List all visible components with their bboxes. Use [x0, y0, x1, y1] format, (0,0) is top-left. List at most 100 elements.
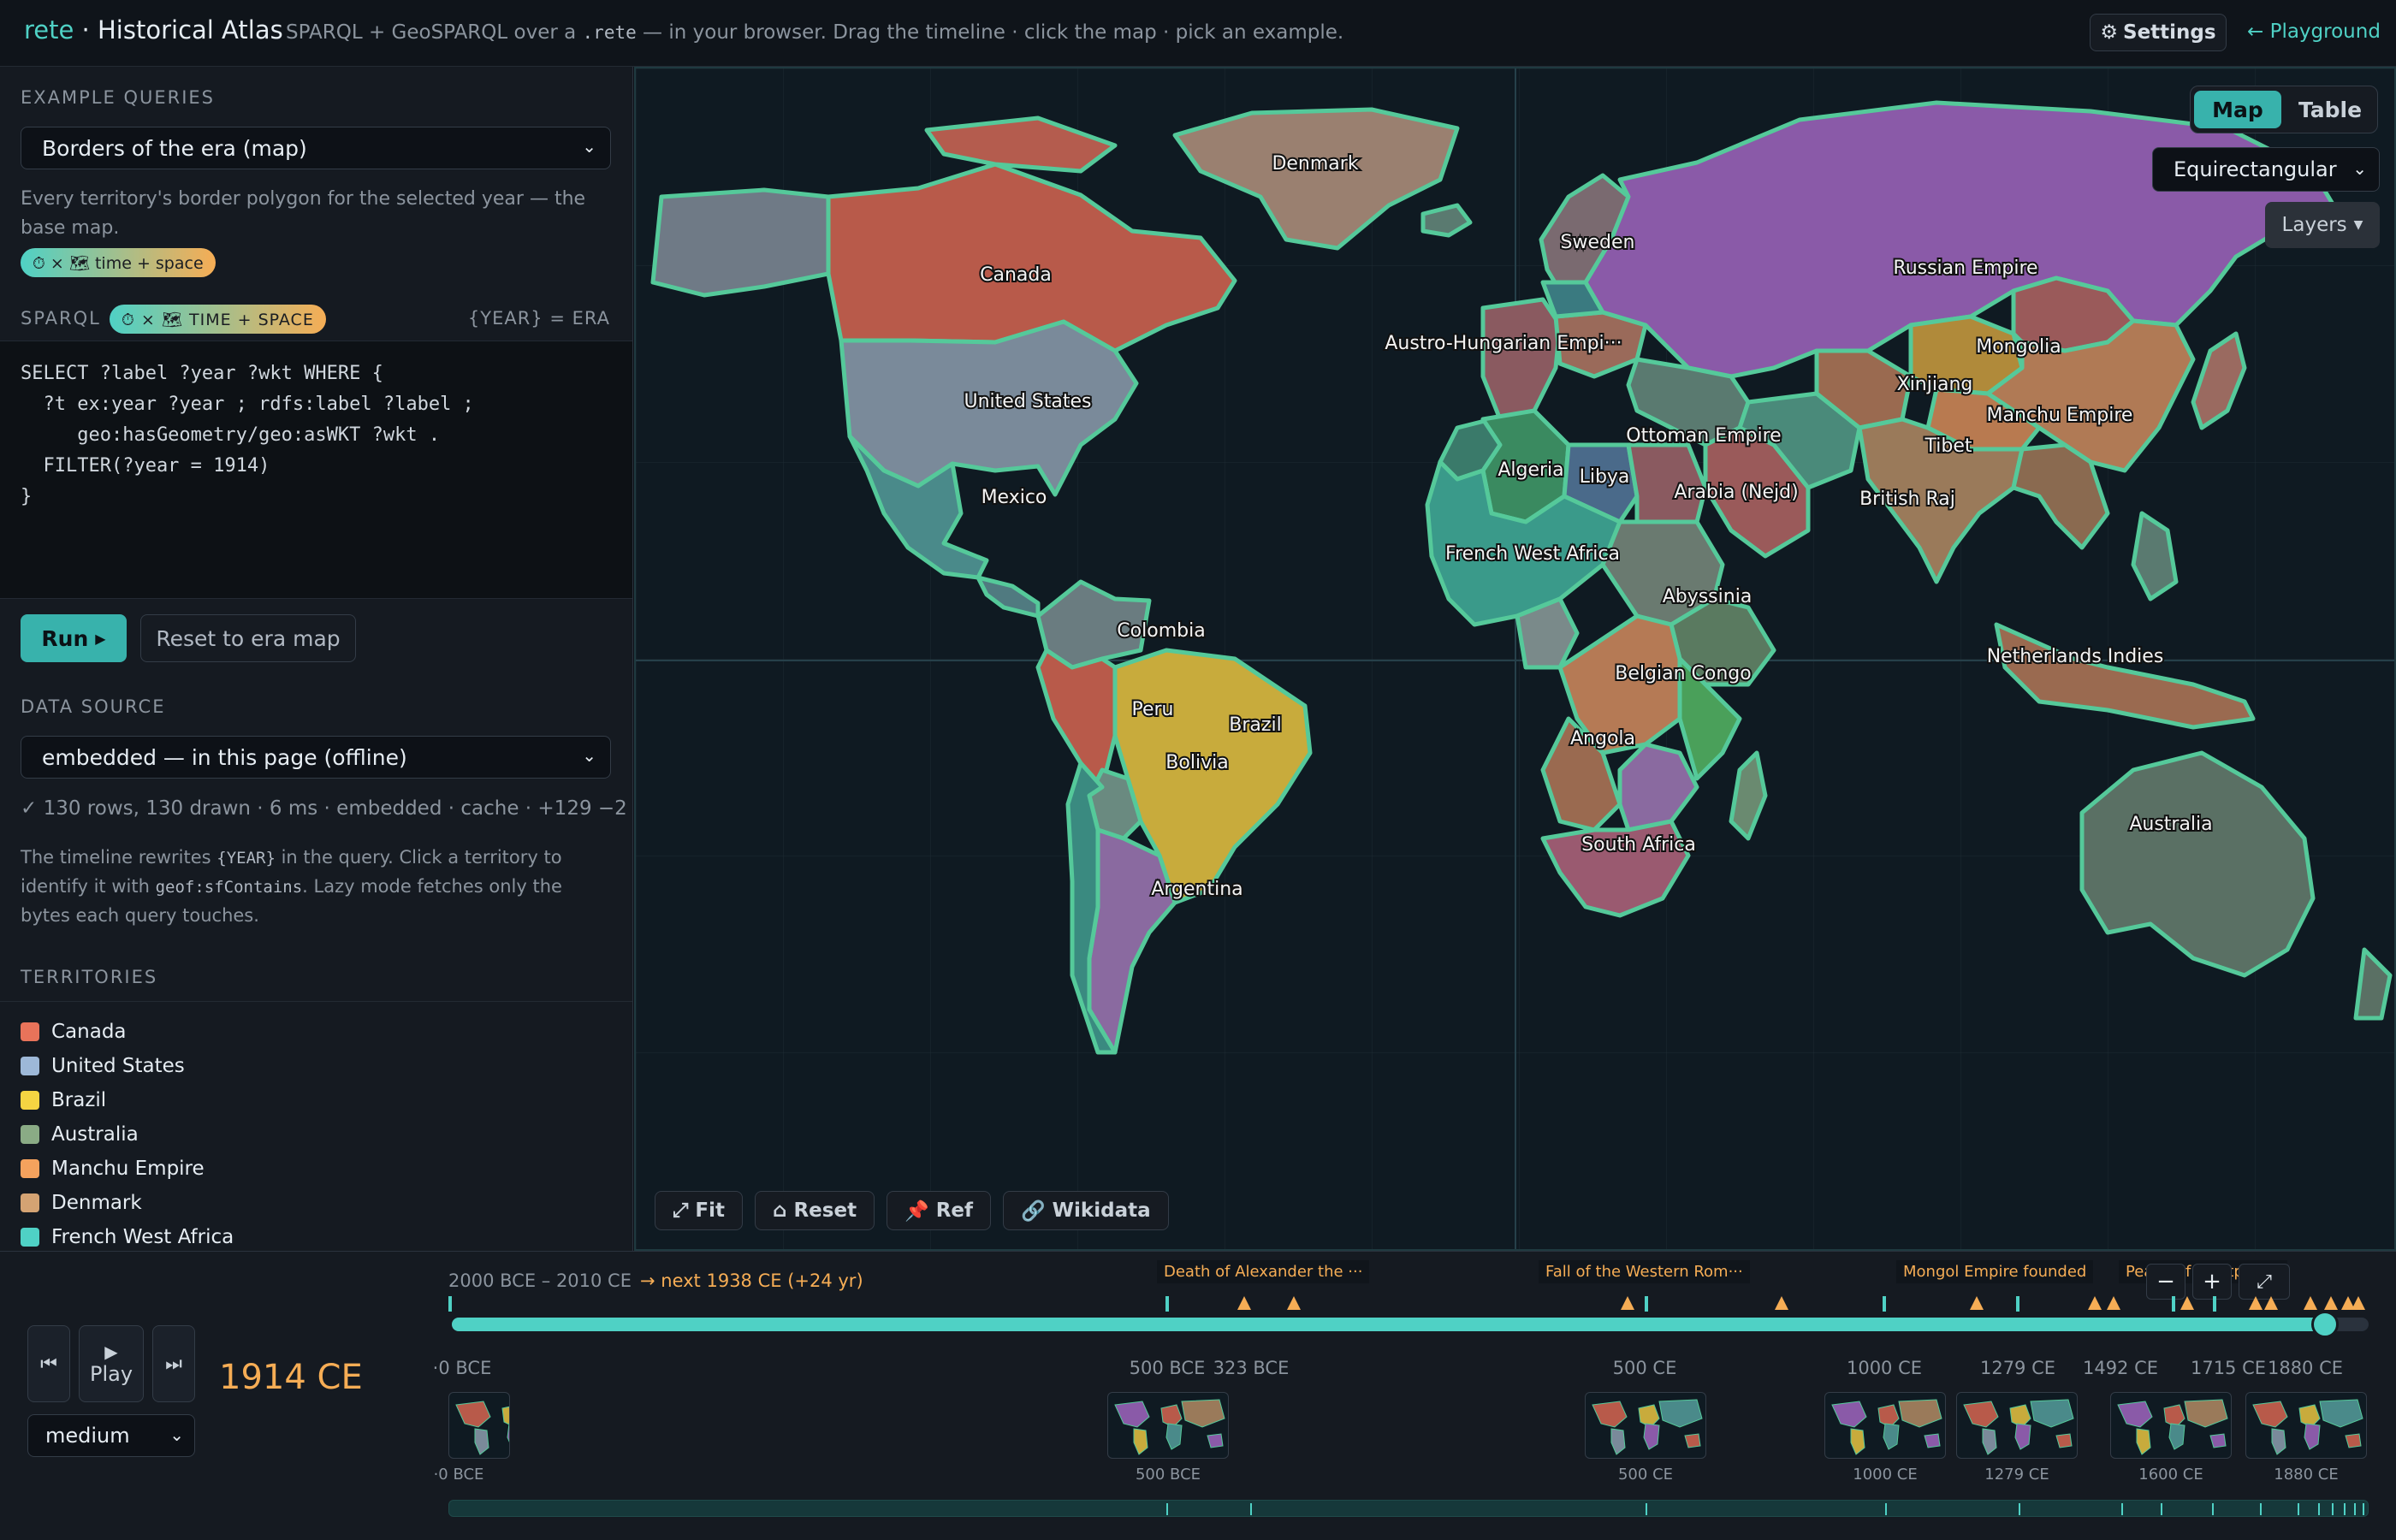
event-marker[interactable]	[1237, 1296, 1251, 1310]
era-thumbnail[interactable]	[1107, 1392, 1229, 1459]
era-tick[interactable]	[2213, 1296, 2216, 1312]
event-marker[interactable]	[2107, 1296, 2120, 1310]
era-label: ·0 BCE	[432, 1358, 492, 1378]
thumbnail-shape	[2136, 1428, 2151, 1455]
era-tick[interactable]	[448, 1296, 452, 1312]
map-label: Sweden	[1561, 232, 1635, 253]
event-marker[interactable]	[2352, 1296, 2365, 1310]
thumbnail-map	[1831, 1399, 1942, 1455]
era-thumbnail[interactable]	[2245, 1392, 2367, 1459]
territory-label: Australia	[51, 1123, 139, 1146]
sparql-editor[interactable]: SELECT ?label ?year ?wkt WHERE { ?t ex:y…	[0, 341, 632, 599]
zoom-in-button[interactable]: +	[2192, 1264, 2232, 1300]
next-event-link[interactable]: → next 1938 CE (+24 yr)	[640, 1270, 863, 1291]
event-marker[interactable]	[2249, 1296, 2263, 1310]
wikidata-button[interactable]: 🔗 Wikidata	[1003, 1191, 1169, 1230]
thumbnail-map	[1114, 1399, 1225, 1455]
era-thumbnail[interactable]	[1824, 1392, 1946, 1459]
skip-forward-button[interactable]: ⏭	[152, 1325, 195, 1402]
app-title: rete · Historical Atlas	[24, 15, 283, 44]
era-tick[interactable]	[2016, 1296, 2019, 1312]
era-tick[interactable]	[1165, 1296, 1169, 1312]
event-marker[interactable]	[1621, 1296, 1634, 1310]
timeline-range: 2000 BCE – 2010 CE	[448, 1270, 632, 1291]
era-tick[interactable]	[1645, 1296, 1648, 1312]
thumbnail-map	[2252, 1399, 2363, 1455]
era-thumbnail[interactable]	[2110, 1392, 2232, 1459]
map-tool-label: Ref	[935, 1199, 974, 1222]
event-marker[interactable]	[2264, 1296, 2278, 1310]
example-query-select[interactable]: Borders of the era (map) ⌄	[21, 127, 611, 169]
era-thumbnail[interactable]	[448, 1392, 510, 1459]
thumbnail-shape	[2055, 1433, 2073, 1448]
expand-icon: ⤢	[2257, 1270, 2272, 1293]
territory-item[interactable]: United States	[21, 1049, 234, 1083]
event-marker[interactable]	[1970, 1296, 1984, 1310]
map-label: French West Africa	[1445, 543, 1620, 565]
event-label[interactable]: Mongol Empire founded	[1896, 1260, 2094, 1283]
overview-tick	[1885, 1503, 1887, 1515]
territory-item[interactable]: French West Africa	[21, 1220, 234, 1251]
territory-item[interactable]: Manchu Empire	[21, 1152, 234, 1186]
thumbnail-shape	[2184, 1399, 2228, 1428]
territory-item[interactable]: Canada	[21, 1015, 234, 1049]
event-label[interactable]: Death of Alexander the ···	[1157, 1260, 1370, 1283]
world-map[interactable]: Denmark Canada Sweden Russian Empire Austro-…	[636, 68, 2396, 1251]
event-marker[interactable]	[2180, 1296, 2194, 1310]
event-label[interactable]: Fall of the Western Rom···	[1539, 1260, 1750, 1283]
play-label: Play	[89, 1362, 133, 1386]
tab-table[interactable]: Table	[2286, 91, 2374, 128]
data-source-select[interactable]: embedded — in this page (offline) ⌄	[21, 736, 611, 779]
skip-back-button[interactable]: ⏮	[27, 1325, 70, 1402]
thumbnail-shape	[2271, 1428, 2286, 1455]
event-marker[interactable]	[2088, 1296, 2102, 1310]
timeline-slider-handle[interactable]	[2310, 1311, 2339, 1338]
reset-button[interactable]: ⌂ Reset	[755, 1191, 875, 1230]
map-view[interactable]: Denmark Canada Sweden Russian Empire Austro-…	[634, 67, 2396, 1251]
timeline-slider[interactable]	[452, 1311, 2369, 1338]
thumbnail-shape	[1850, 1428, 1865, 1455]
run-button[interactable]: Run ▶	[21, 614, 127, 662]
event-marker[interactable]	[1775, 1296, 1788, 1310]
thumbnail-label: 1880 CE	[2274, 1466, 2339, 1484]
era-tick[interactable]	[1883, 1296, 1886, 1312]
tab-map[interactable]: Map	[2194, 91, 2281, 128]
overview-tick	[2354, 1503, 2356, 1515]
sparql-code[interactable]: SELECT ?label ?year ?wkt WHERE { ?t ex:y…	[21, 358, 613, 512]
era-thumbnail[interactable]	[1585, 1392, 1706, 1459]
territory-item[interactable]: Brazil	[21, 1083, 234, 1117]
map-label: Colombia	[1117, 620, 1205, 642]
pin-icon: 📌	[904, 1199, 929, 1223]
event-marker[interactable]	[2324, 1296, 2338, 1310]
reset-to-era-button[interactable]: Reset to era map	[140, 614, 356, 662]
sparql-pill: ⏱ × 🗺 TIME + SPACE	[110, 305, 326, 334]
projection-select[interactable]: Equirectangular ⌄	[2152, 147, 2380, 192]
fullscreen-button[interactable]: ⤢	[2239, 1264, 2290, 1300]
thumbnail-label: 1600 CE	[2138, 1466, 2203, 1484]
caret-down-icon: ▼	[2353, 218, 2363, 232]
fit-button[interactable]: ⤢ Fit	[655, 1191, 743, 1230]
territory-item[interactable]: Australia	[21, 1117, 234, 1152]
event-marker[interactable]	[1287, 1296, 1301, 1310]
era-tick[interactable]	[2172, 1296, 2175, 1312]
overview-tick	[2318, 1503, 2320, 1515]
speed-select[interactable]: medium ⌄	[27, 1414, 195, 1457]
event-marker[interactable]	[2304, 1296, 2317, 1310]
chevron-down-icon: ⌄	[2352, 158, 2367, 179]
layers-button[interactable]: Layers ▼	[2265, 202, 2380, 248]
play-button[interactable]: ▶ Play	[79, 1325, 144, 1402]
zoom-out-button[interactable]: −	[2146, 1264, 2185, 1300]
map-tool-label: Reset	[793, 1199, 857, 1222]
territory-item[interactable]: Denmark	[21, 1186, 234, 1220]
thumbnail-shape	[474, 1428, 489, 1455]
ref-button[interactable]: 📌 Ref	[887, 1191, 992, 1230]
map-tool-label: Fit	[695, 1199, 725, 1222]
timeline-overview[interactable]	[448, 1500, 2369, 1517]
country-alaska[interactable]	[650, 187, 831, 298]
settings-button[interactable]: ⚙ Settings	[2090, 14, 2227, 51]
thumbnail-shape	[1592, 1401, 1628, 1428]
thumbnail-shape	[1684, 1433, 1701, 1448]
playground-link[interactable]: ← Playground	[2247, 21, 2381, 43]
thumbnail-label: 1000 CE	[1853, 1466, 1918, 1484]
era-thumbnail[interactable]	[1956, 1392, 2078, 1459]
